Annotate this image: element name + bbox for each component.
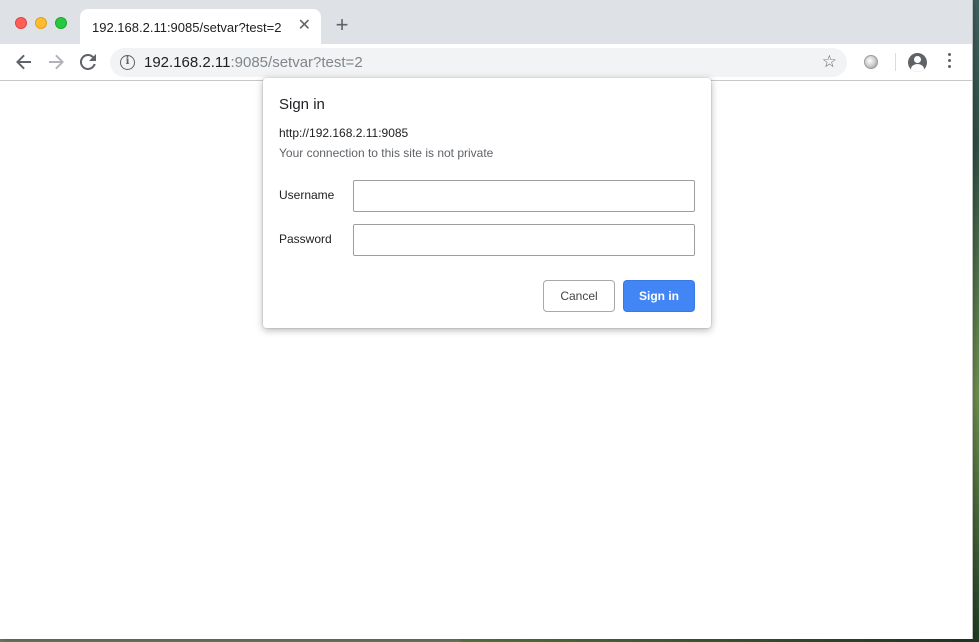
forward-arrow-icon[interactable]: [44, 50, 68, 74]
dialog-title: Sign in: [279, 96, 325, 113]
star-icon[interactable]: ☆: [822, 52, 837, 72]
browser-window: 192.168.2.11:9085/setvar?test=2 ✕ + i 19…: [0, 0, 973, 639]
username-field[interactable]: [353, 180, 695, 212]
password-label: Password: [279, 232, 332, 246]
tab-active[interactable]: 192.168.2.11:9085/setvar?test=2 ✕: [80, 9, 321, 44]
new-tab-button[interactable]: +: [333, 14, 351, 36]
tab-close-icon[interactable]: ✕: [298, 17, 311, 35]
reload-icon[interactable]: [76, 50, 100, 74]
kebab-menu-icon[interactable]: [948, 53, 952, 71]
profile-avatar-icon[interactable]: [908, 53, 927, 72]
minimize-window-button[interactable]: [35, 17, 47, 29]
url-host: 192.168.2.11: [144, 54, 231, 71]
username-label: Username: [279, 188, 335, 202]
sign-in-button[interactable]: Sign in: [623, 280, 695, 312]
tab-title: 192.168.2.11:9085/setvar?test=2: [92, 20, 282, 35]
close-window-button[interactable]: [15, 17, 27, 29]
tab-strip: 192.168.2.11:9085/setvar?test=2 ✕ +: [0, 0, 972, 44]
browser-toolbar: i 192.168.2.11:9085/setvar?test=2 ☆: [0, 44, 972, 81]
password-field[interactable]: [353, 224, 695, 256]
extension-icon[interactable]: [864, 55, 878, 69]
toolbar-separator: [895, 53, 896, 71]
url-path: :9085/setvar?test=2: [230, 54, 363, 71]
maximize-window-button[interactable]: [55, 17, 67, 29]
dialog-origin: http://192.168.2.11:9085: [279, 126, 409, 140]
info-icon[interactable]: i: [120, 55, 135, 70]
address-bar[interactable]: i 192.168.2.11:9085/setvar?test=2 ☆: [110, 48, 847, 77]
back-arrow-icon[interactable]: [12, 50, 36, 74]
address-url[interactable]: 192.168.2.11:9085/setvar?test=2: [144, 54, 363, 71]
cancel-button[interactable]: Cancel: [543, 280, 615, 312]
dialog-privacy-note: Your connection to this site is not priv…: [279, 146, 494, 160]
sign-in-dialog: Sign in http://192.168.2.11:9085 Your co…: [263, 78, 711, 328]
